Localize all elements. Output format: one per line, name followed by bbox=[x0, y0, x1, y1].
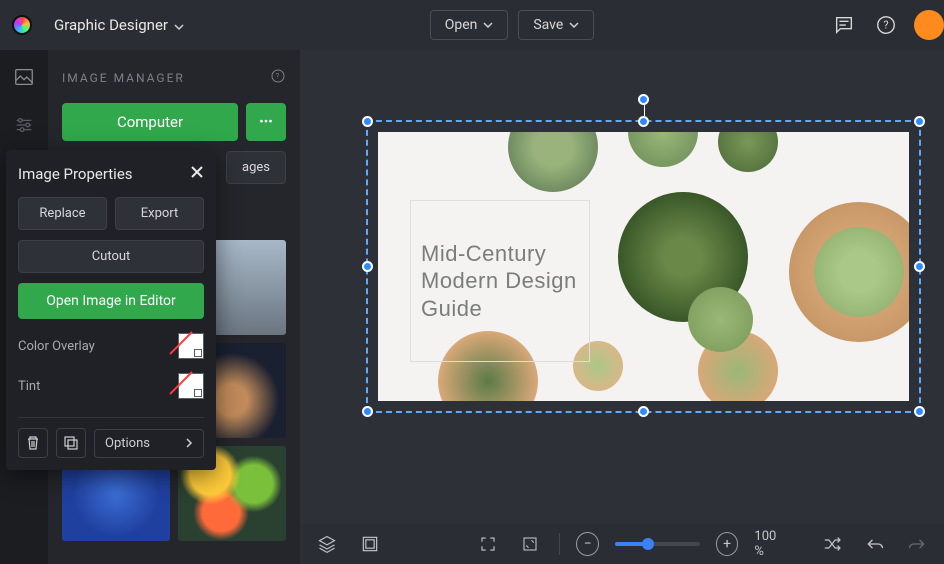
chevron-down-icon bbox=[174, 16, 184, 34]
open-in-editor-button[interactable]: Open Image in Editor bbox=[18, 283, 204, 319]
rotate-handle[interactable] bbox=[638, 94, 649, 105]
plant-image bbox=[508, 132, 598, 192]
resize-handle-mr[interactable] bbox=[914, 261, 925, 272]
rotate-connector bbox=[644, 104, 645, 116]
topbar: Graphic Designer Open Save ? bbox=[0, 0, 944, 50]
plant-image bbox=[814, 227, 904, 317]
color-overlay-swatch[interactable] bbox=[178, 333, 204, 359]
canvas-area[interactable]: Mid-Century Modern Design Guide bbox=[300, 50, 944, 524]
image-manager-title: IMAGE MANAGER bbox=[62, 71, 185, 85]
undo-icon[interactable] bbox=[861, 530, 887, 558]
replace-label: Replace bbox=[39, 206, 85, 221]
selection-box[interactable]: Mid-Century Modern Design Guide bbox=[366, 120, 921, 413]
tint-label: Tint bbox=[18, 379, 40, 394]
delete-button[interactable] bbox=[18, 428, 48, 458]
zoom-slider[interactable] bbox=[615, 542, 700, 546]
options-dropdown[interactable]: Options bbox=[94, 429, 204, 458]
design-text-box: Mid-Century Modern Design Guide bbox=[410, 200, 590, 362]
app-selector-label: Graphic Designer bbox=[54, 16, 168, 34]
zoom-thumb[interactable] bbox=[642, 538, 654, 550]
zoom-out-button[interactable]: − bbox=[576, 532, 599, 556]
replace-button[interactable]: Replace bbox=[18, 197, 107, 230]
open-in-editor-label: Open Image in Editor bbox=[46, 293, 176, 309]
open-label: Open bbox=[445, 17, 478, 33]
topbar-right: ? bbox=[830, 10, 932, 40]
export-button[interactable]: Export bbox=[115, 197, 204, 230]
color-overlay-label: Color Overlay bbox=[18, 339, 95, 354]
trash-icon bbox=[26, 435, 40, 451]
chevron-down-icon bbox=[483, 22, 493, 28]
upload-computer-button[interactable]: Computer bbox=[62, 103, 238, 141]
plant-image bbox=[718, 132, 778, 172]
search-images-label: ages bbox=[242, 160, 270, 175]
topbar-center: Open Save bbox=[206, 10, 818, 40]
adjust-tab-icon[interactable] bbox=[13, 114, 35, 140]
svg-text:?: ? bbox=[883, 19, 888, 32]
export-label: Export bbox=[141, 206, 179, 221]
help-icon[interactable]: ? bbox=[872, 11, 900, 39]
svg-text:?: ? bbox=[276, 72, 281, 81]
chevron-down-icon bbox=[569, 22, 579, 28]
cutout-label: Cutout bbox=[92, 249, 131, 264]
close-icon[interactable] bbox=[190, 164, 204, 183]
upload-more-button[interactable]: ••• bbox=[246, 103, 286, 141]
image-properties-panel: Image Properties Replace Export Cutout O… bbox=[6, 150, 216, 470]
copy-icon bbox=[63, 435, 79, 451]
zoom-fill bbox=[615, 542, 645, 546]
duplicate-button[interactable] bbox=[56, 428, 86, 458]
open-button[interactable]: Open bbox=[430, 10, 509, 40]
image-properties-title: Image Properties bbox=[18, 165, 133, 183]
redo-icon[interactable] bbox=[904, 530, 930, 558]
chevron-right-icon bbox=[186, 438, 193, 448]
pages-icon[interactable] bbox=[356, 530, 382, 558]
design-text: Mid-Century Modern Design Guide bbox=[421, 240, 579, 323]
design-canvas: Mid-Century Modern Design Guide bbox=[378, 132, 909, 401]
more-dots-icon: ••• bbox=[259, 115, 273, 130]
tint-swatch[interactable] bbox=[178, 373, 204, 399]
resize-handle-br[interactable] bbox=[914, 406, 925, 417]
resize-handle-tl[interactable] bbox=[362, 116, 373, 127]
plant-image bbox=[628, 132, 698, 167]
save-button[interactable]: Save bbox=[518, 10, 594, 40]
resize-handle-bl[interactable] bbox=[362, 406, 373, 417]
resize-handle-tm[interactable] bbox=[638, 116, 649, 127]
resize-handle-ml[interactable] bbox=[362, 261, 373, 272]
app-selector[interactable]: Graphic Designer bbox=[44, 10, 194, 40]
cutout-button[interactable]: Cutout bbox=[18, 240, 204, 273]
fit-icon[interactable] bbox=[475, 530, 501, 558]
zoom-in-button[interactable]: + bbox=[716, 532, 739, 556]
search-images-button[interactable]: ages bbox=[226, 151, 286, 184]
fill-icon[interactable] bbox=[517, 530, 543, 558]
divider bbox=[559, 533, 560, 555]
bottom-toolbar: − + 100 % bbox=[300, 524, 944, 564]
help-icon[interactable]: ? bbox=[270, 68, 286, 87]
save-label: Save bbox=[533, 17, 563, 33]
plant-image bbox=[688, 287, 753, 352]
image-tab-icon[interactable] bbox=[13, 66, 35, 92]
layers-icon[interactable] bbox=[314, 530, 340, 558]
avatar[interactable] bbox=[914, 10, 944, 40]
shuffle-icon[interactable] bbox=[819, 530, 845, 558]
zoom-value: 100 % bbox=[754, 529, 787, 559]
app-logo[interactable] bbox=[12, 15, 32, 35]
options-label: Options bbox=[105, 436, 150, 451]
resize-handle-bm[interactable] bbox=[638, 406, 649, 417]
resize-handle-tr[interactable] bbox=[914, 116, 925, 127]
chat-icon[interactable] bbox=[830, 11, 858, 39]
upload-label: Computer bbox=[117, 113, 183, 131]
